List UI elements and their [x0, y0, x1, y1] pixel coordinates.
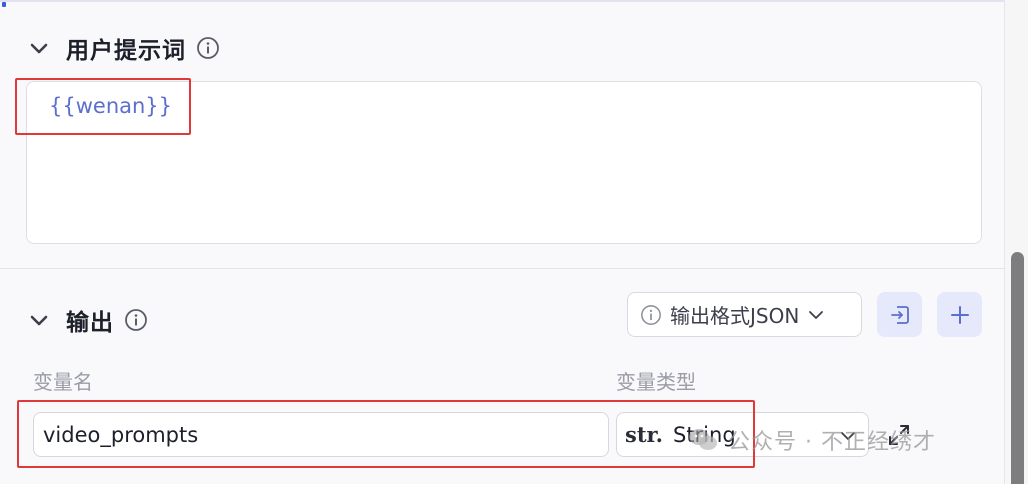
import-icon — [890, 305, 909, 324]
info-icon — [641, 304, 661, 325]
output-section-title: 输出 — [66, 310, 114, 336]
plus-icon — [950, 305, 969, 324]
prompt-section-header[interactable]: 用户提示词 — [28, 31, 220, 65]
prompt-section-title: 用户提示词 — [66, 38, 186, 64]
info-icon[interactable] — [124, 308, 148, 332]
annotation-highlight-box — [15, 78, 191, 135]
top-border — [0, 0, 1004, 2]
wechat-logo-icon — [689, 429, 717, 450]
watermark: 公众号 · 不正经绣才 — [688, 424, 936, 456]
annotation-highlight-box — [17, 400, 755, 468]
chevron-down-icon — [809, 310, 824, 319]
info-icon[interactable] — [196, 36, 220, 60]
selection-marker — [2, 2, 6, 7]
add-output-button[interactable] — [937, 292, 982, 337]
node-config-panel: 用户提示词 {{wenan}} 输出 输出格式JSON 变量名 变量类型 vid… — [0, 0, 1028, 484]
chevron-down-icon[interactable] — [28, 37, 50, 59]
output-format-label: 输出格式JSON — [670, 304, 800, 328]
output-section-header[interactable]: 输出 — [28, 303, 148, 337]
scrollbar-thumb[interactable] — [1011, 252, 1024, 484]
import-button[interactable] — [877, 292, 922, 337]
var-name-column-label: 变量名 — [33, 370, 93, 394]
var-type-column-label: 变量类型 — [616, 370, 696, 394]
output-format-select[interactable]: 输出格式JSON — [627, 292, 862, 337]
watermark-text: 公众号 · 不正经绣才 — [728, 430, 936, 455]
chevron-down-icon[interactable] — [28, 309, 50, 331]
section-divider — [0, 268, 1004, 269]
